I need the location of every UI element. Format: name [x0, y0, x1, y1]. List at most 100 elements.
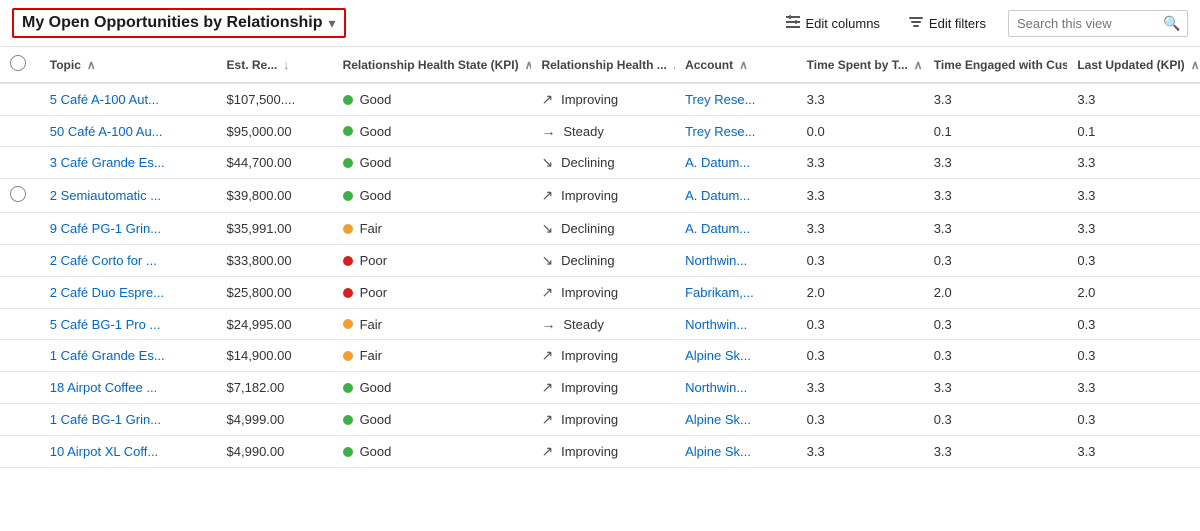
search-input[interactable] [1017, 16, 1157, 31]
row-topic[interactable]: 10 Airpot XL Coff... [40, 436, 217, 468]
row-last-updated: 0.3 [1067, 245, 1200, 277]
table-row: 1 Café BG-1 Grin...$4,999.00Good↗ Improv… [0, 404, 1200, 436]
status-dot [343, 415, 353, 425]
table-row: 2 Semiautomatic ...$39,800.00Good↗ Impro… [0, 179, 1200, 213]
row-account[interactable]: A. Datum... [675, 179, 797, 213]
row-rhs: Good [333, 404, 532, 436]
title-area[interactable]: My Open Opportunities by Relationship ▾ [12, 8, 346, 38]
account-link[interactable]: Alpine Sk... [685, 444, 751, 459]
row-topic[interactable]: 2 Café Corto for ... [40, 245, 217, 277]
row-account[interactable]: Alpine Sk... [675, 340, 797, 372]
row-account[interactable]: Alpine Sk... [675, 436, 797, 468]
col-header-topic[interactable]: Topic ∧ [40, 47, 217, 83]
edit-filters-button[interactable]: Edit filters [902, 10, 992, 37]
rh-label: Improving [561, 188, 618, 203]
account-link[interactable]: Alpine Sk... [685, 412, 751, 427]
account-link[interactable]: Northwin... [685, 317, 747, 332]
edit-columns-label: Edit columns [806, 16, 880, 31]
table-row: 3 Café Grande Es...$44,700.00Good↘ Decli… [0, 147, 1200, 179]
topic-link[interactable]: 2 Semiautomatic ... [50, 188, 161, 203]
table-row: 1 Café Grande Es...$14,900.00Fair↗ Impro… [0, 340, 1200, 372]
row-time-engaged: 3.3 [924, 147, 1068, 179]
topic-link[interactable]: 2 Café Corto for ... [50, 253, 157, 268]
col-header-rh[interactable]: Relationship Health ... ∧ [531, 47, 675, 83]
topic-link[interactable]: 3 Café Grande Es... [50, 155, 165, 170]
status-dot [343, 447, 353, 457]
row-last-updated: 2.0 [1067, 277, 1200, 309]
row-checkbox[interactable] [10, 186, 26, 202]
topic-link[interactable]: 18 Airpot Coffee ... [50, 380, 157, 395]
row-account[interactable]: Fabrikam,... [675, 277, 797, 309]
row-account[interactable]: A. Datum... [675, 147, 797, 179]
row-rh: ↘ Declining [531, 147, 675, 179]
search-box[interactable]: 🔍 [1008, 10, 1188, 37]
header-checkbox[interactable] [10, 55, 26, 71]
row-estimated-revenue: $24,995.00 [217, 309, 333, 340]
account-link[interactable]: A. Datum... [685, 155, 750, 170]
row-estimated-revenue: $95,000.00 [217, 116, 333, 147]
account-link[interactable]: Trey Rese... [685, 124, 755, 139]
row-account[interactable]: A. Datum... [675, 213, 797, 245]
rhs-label: Fair [360, 348, 382, 363]
status-dot [343, 158, 353, 168]
row-topic[interactable]: 5 Café A-100 Aut... [40, 83, 217, 116]
row-check-cell [0, 213, 40, 245]
account-link[interactable]: A. Datum... [685, 221, 750, 236]
account-link[interactable]: Northwin... [685, 253, 747, 268]
topic-link[interactable]: 2 Café Duo Espre... [50, 285, 164, 300]
row-topic[interactable]: 1 Café Grande Es... [40, 340, 217, 372]
row-time-spent: 3.3 [797, 147, 924, 179]
topic-link[interactable]: 10 Airpot XL Coff... [50, 444, 158, 459]
row-rh: ↗ Improving [531, 83, 675, 116]
col-header-tst[interactable]: Time Spent by T... ∧ [797, 47, 924, 83]
row-time-spent: 0.0 [797, 116, 924, 147]
row-time-engaged: 0.3 [924, 340, 1068, 372]
status-dot [343, 224, 353, 234]
row-rh: ↗ Improving [531, 277, 675, 309]
trend-arrow-icon: ↗ [541, 347, 557, 363]
rhs-label: Good [360, 380, 392, 395]
row-account[interactable]: Trey Rese... [675, 116, 797, 147]
row-check-cell [0, 372, 40, 404]
row-topic[interactable]: 18 Airpot Coffee ... [40, 372, 217, 404]
topic-link[interactable]: 9 Café PG-1 Grin... [50, 221, 161, 236]
row-rhs: Good [333, 116, 532, 147]
status-dot [343, 319, 353, 329]
trend-arrow-icon: ↘ [541, 252, 557, 268]
account-link[interactable]: A. Datum... [685, 188, 750, 203]
account-link[interactable]: Fabrikam,... [685, 285, 754, 300]
row-topic[interactable]: 1 Café BG-1 Grin... [40, 404, 217, 436]
status-dot [343, 383, 353, 393]
col-header-tec[interactable]: Time Engaged with Cust... ∧ [924, 47, 1068, 83]
topic-link[interactable]: 5 Café A-100 Aut... [50, 92, 159, 107]
row-check-cell [0, 116, 40, 147]
account-link[interactable]: Trey Rese... [685, 92, 755, 107]
account-link[interactable]: Alpine Sk... [685, 348, 751, 363]
row-topic[interactable]: 9 Café PG-1 Grin... [40, 213, 217, 245]
row-account[interactable]: Northwin... [675, 372, 797, 404]
row-topic[interactable]: 3 Café Grande Es... [40, 147, 217, 179]
edit-columns-button[interactable]: Edit columns [779, 10, 886, 37]
topic-link[interactable]: 5 Café BG-1 Pro ... [50, 317, 161, 332]
topic-link[interactable]: 1 Café BG-1 Grin... [50, 412, 161, 427]
row-estimated-revenue: $107,500.... [217, 83, 333, 116]
row-last-updated: 0.3 [1067, 340, 1200, 372]
topic-link[interactable]: 1 Café Grande Es... [50, 348, 165, 363]
row-account[interactable]: Northwin... [675, 309, 797, 340]
row-last-updated: 3.3 [1067, 179, 1200, 213]
topic-link[interactable]: 50 Café A-100 Au... [50, 124, 163, 139]
col-header-est[interactable]: Est. Re... ↓ [217, 47, 333, 83]
row-account[interactable]: Northwin... [675, 245, 797, 277]
row-topic[interactable]: 50 Café A-100 Au... [40, 116, 217, 147]
row-topic[interactable]: 2 Café Duo Espre... [40, 277, 217, 309]
rhs-label: Good [360, 92, 392, 107]
col-header-account[interactable]: Account ∧ [675, 47, 797, 83]
account-link[interactable]: Northwin... [685, 380, 747, 395]
search-icon: 🔍 [1163, 15, 1180, 32]
row-topic[interactable]: 2 Semiautomatic ... [40, 179, 217, 213]
row-topic[interactable]: 5 Café BG-1 Pro ... [40, 309, 217, 340]
row-account[interactable]: Alpine Sk... [675, 404, 797, 436]
row-account[interactable]: Trey Rese... [675, 83, 797, 116]
col-header-lu[interactable]: Last Updated (KPI) ∧ [1067, 47, 1200, 83]
col-header-rhs[interactable]: Relationship Health State (KPI) ∧ [333, 47, 532, 83]
